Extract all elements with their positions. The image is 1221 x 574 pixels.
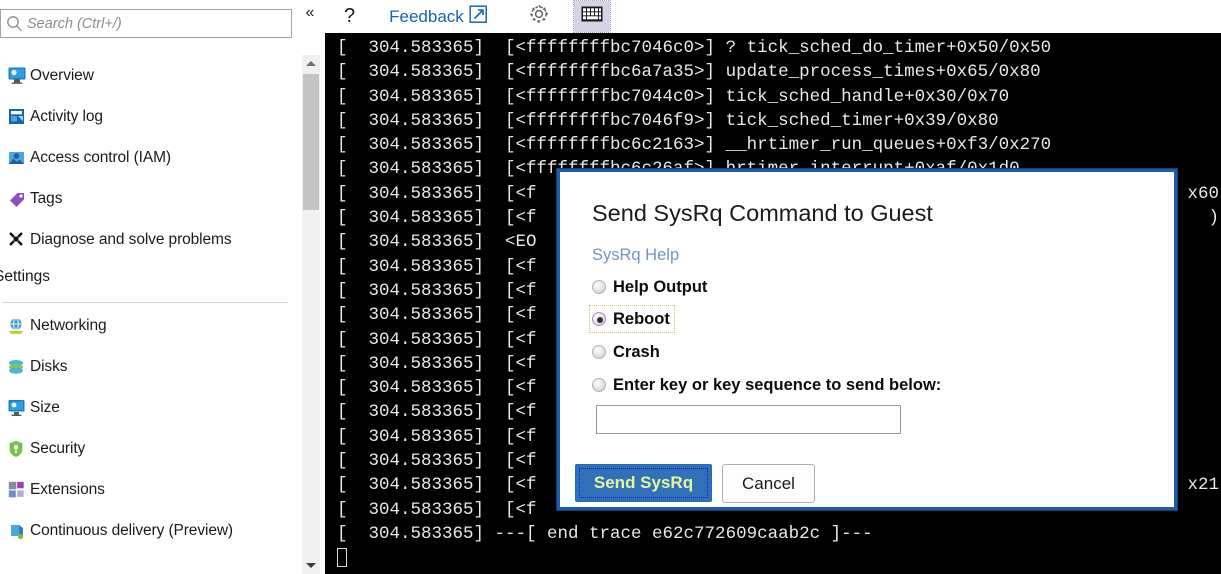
extensions-icon [4, 480, 30, 500]
radio-label: Enter key or key sequence to send below: [613, 375, 942, 394]
sidebar-item-label: Extensions [30, 480, 105, 498]
radio-option-crash[interactable]: Crash [590, 339, 664, 365]
feedback-button[interactable]: Feedback [381, 1, 496, 32]
terminal-line: [ 304.583365] [<ffffffffbc7046f9>] tick_… [337, 110, 999, 131]
key-sequence-input[interactable] [596, 405, 901, 434]
scrollbar-thumb[interactable] [303, 74, 319, 210]
terminal-line: [ 304.583365] [<ffffffffbc6a7a35>] updat… [337, 62, 1041, 83]
sidebar-item-label: Disks [30, 357, 68, 375]
sidebar-item-overview[interactable]: Overview [0, 55, 292, 96]
sidebar-item-activity-log[interactable]: Activity log [0, 96, 292, 137]
dialog-title: Send SysRq Command to Guest [592, 200, 933, 226]
radio-icon [592, 280, 606, 294]
radio-icon [592, 378, 606, 392]
sidebar-item-label: Size [30, 398, 60, 416]
sidebar-item-label: Overview [30, 66, 94, 84]
chevron-double-left-icon: « [305, 4, 315, 21]
sidebar-item-networking[interactable]: Networking [0, 305, 292, 346]
terminal-line-fragment: ) [1208, 208, 1219, 229]
diagnose-icon [4, 230, 30, 250]
sidebar-item-label: Security [30, 439, 86, 457]
keyboard-icon [581, 6, 603, 27]
terminal-line: [ 304.583365] [<ffffffffbc7046c0>] ? tic… [337, 38, 1052, 58]
cancel-button[interactable]: Cancel [722, 464, 815, 503]
networking-icon [4, 316, 30, 336]
sidebar-item-access-control[interactable]: Access control (IAM) [0, 137, 292, 178]
search-icon [1, 10, 27, 37]
sidebar-section-label: Settings [0, 268, 51, 285]
terminal-cursor [337, 548, 347, 568]
radio-label: Help Output [613, 277, 708, 296]
cancel-label: Cancel [742, 473, 795, 493]
help-question-icon: ? [344, 5, 356, 27]
chevron-up-icon [306, 61, 316, 66]
sidebar-divider [2, 302, 288, 303]
sidebar-item-label: Diagnose and solve problems [30, 230, 232, 248]
radio-option-help-output[interactable]: Help Output [590, 274, 711, 300]
feedback-label: Feedback [389, 6, 464, 26]
sidebar-section-settings: Settings [0, 268, 292, 302]
activity-log-icon [4, 107, 30, 127]
sidebar-nav: Overview Activity log Access control (IA… [0, 55, 292, 551]
search-input[interactable] [27, 11, 291, 36]
help-button[interactable]: ? [336, 1, 363, 32]
tag-icon [4, 189, 30, 209]
security-icon [4, 439, 30, 459]
sidebar-item-continuous-delivery[interactable]: Continuous delivery (Preview) [0, 510, 292, 551]
sidebar-scrollbar[interactable] [302, 55, 320, 574]
toolbar: ? Feedback [325, 0, 1221, 33]
radio-option-reboot[interactable]: Reboot [589, 305, 675, 333]
sidebar-item-tags[interactable]: Tags [0, 178, 292, 219]
scrollbar-up-button[interactable] [302, 55, 320, 72]
sidebar-item-label: Tags [30, 189, 63, 207]
sidebar-item-size[interactable]: Size [0, 387, 292, 428]
terminal-line-fragment: x21 [1187, 475, 1219, 496]
send-sysrq-button[interactable]: Send SysRq [575, 464, 712, 502]
continuous-delivery-icon [4, 521, 30, 541]
radio-option-custom-key[interactable]: Enter key or key sequence to send below: [590, 372, 945, 398]
sidebar-item-label: Access control (IAM) [30, 148, 171, 166]
sysrq-help-link[interactable]: SysRq Help [592, 246, 679, 265]
terminal-line: [ 304.583365] [<ffffffffbc6c2163>] __hrt… [337, 135, 1052, 156]
sidebar-item-disks[interactable]: Disks [0, 346, 292, 387]
sidebar-item-diagnose[interactable]: Diagnose and solve problems [0, 219, 292, 260]
sidebar: Overview Activity log [0, 0, 295, 574]
search-box[interactable] [0, 9, 292, 38]
overview-icon [4, 66, 30, 86]
radio-icon [592, 312, 606, 326]
scrollbar-down-button[interactable] [302, 557, 320, 574]
app-root: Overview Activity log [0, 0, 1221, 574]
chevron-down-icon [306, 563, 316, 568]
radio-icon [592, 345, 606, 359]
radio-label: Reboot [613, 309, 670, 328]
send-sysrq-dialog: Send SysRq Command to Guest SysRq Help H… [557, 169, 1177, 510]
sidebar-item-label: Networking [30, 316, 107, 334]
disks-icon [4, 357, 30, 377]
sidebar-item-security[interactable]: Security [0, 428, 292, 469]
send-keys-button[interactable] [572, 0, 611, 33]
settings-button[interactable] [520, 1, 558, 32]
external-link-icon [469, 4, 488, 29]
gear-icon [528, 3, 550, 30]
terminal-line: [ 304.583365] [<ffffffffbc7044c0>] tick_… [337, 86, 1010, 107]
sidebar-item-label: Activity log [30, 107, 103, 125]
access-control-icon [4, 148, 30, 168]
send-sysrq-label: Send SysRq [593, 473, 694, 492]
terminal-line: [ 304.583365] ---[ end trace e62c772609c… [337, 523, 873, 544]
radio-label: Crash [613, 342, 660, 361]
sidebar-item-extensions[interactable]: Extensions [0, 469, 292, 510]
sidebar-item-label: Continuous delivery (Preview) [30, 521, 233, 539]
terminal-line-fragment: x60 [1187, 183, 1219, 204]
size-icon [4, 398, 30, 418]
collapse-sidebar-button[interactable]: « [299, 2, 321, 24]
